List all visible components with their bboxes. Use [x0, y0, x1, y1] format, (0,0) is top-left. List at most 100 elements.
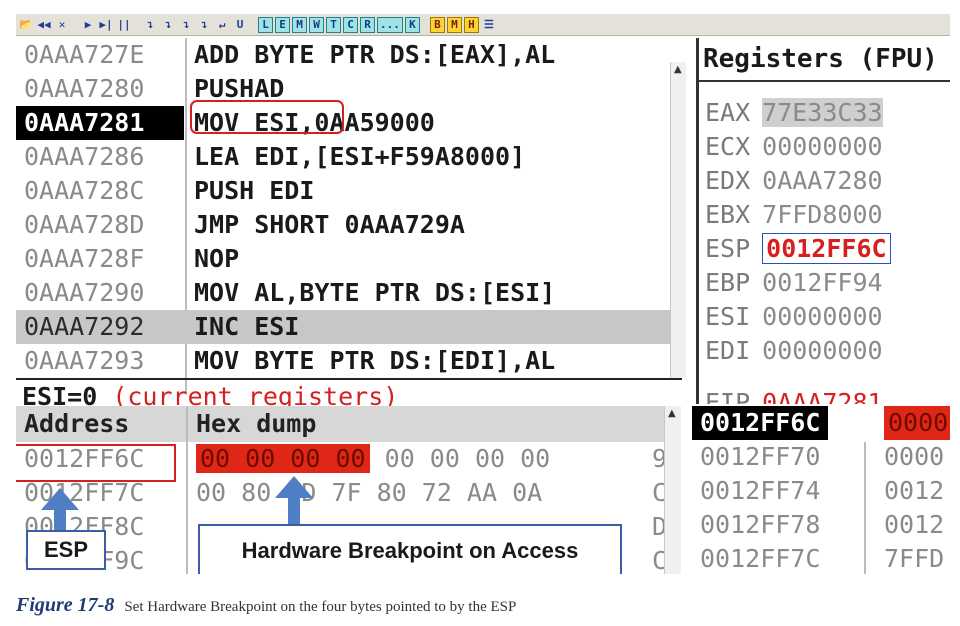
stack-value: 0000 — [884, 406, 950, 440]
debugger-toolbar: 📂 ◀◀ ✕ ▶ ▶| || ↴ ↴ ↴ ↴ ↵ U L E M W T C R… — [16, 14, 950, 36]
register-ecx[interactable]: ECX 00000000 — [705, 130, 883, 164]
address-annotation-box — [16, 444, 176, 482]
registers-title: Registers (FPU) — [703, 44, 938, 74]
disassembly-pane[interactable]: 0AAA727E ADD BYTE PTR DS:[EAX],AL 0AAA72… — [16, 38, 686, 378]
register-edx[interactable]: EDX 0AAA7280 — [705, 164, 883, 198]
execute-till-return-icon[interactable]: ↵ — [214, 17, 230, 33]
scroll-up-icon[interactable]: ▲ — [674, 64, 682, 75]
trace-into-icon[interactable]: ↴ — [178, 17, 194, 33]
step-into-icon[interactable]: ↴ — [142, 17, 158, 33]
stack-pane[interactable]: 0012FF6C 0000 0012FF70 0000 0012FF74 001… — [688, 406, 950, 574]
stack-value: 0012 — [884, 476, 945, 505]
register-value: 7FFD8000 — [762, 200, 883, 229]
dump-ascii: C — [652, 546, 664, 574]
stack-address: 0012FF7C — [700, 544, 821, 573]
disasm-address: 0AAA727E — [24, 40, 145, 69]
hardware-breakpoints-button[interactable]: H — [463, 16, 479, 33]
modules-window-button[interactable]: E — [275, 16, 290, 33]
disasm-row[interactable]: 0AAA728D JMP SHORT 0AAA729A — [16, 208, 686, 242]
register-value: 0012FF6C — [762, 233, 891, 264]
figure-caption: Figure 17-8 Set Hardware Breakpoint on th… — [16, 594, 516, 617]
register-name: EIP — [705, 388, 751, 404]
run-to-icon[interactable]: ▶| — [98, 17, 114, 33]
stack-column-divider — [864, 442, 866, 574]
references-window-button[interactable]: R — [360, 16, 375, 33]
stack-value: 0000 — [884, 442, 945, 471]
disasm-row[interactable]: 0AAA728C PUSH EDI — [16, 174, 686, 208]
register-eip[interactable]: EIP 0AAA7281 — [705, 386, 883, 404]
register-ebp[interactable]: EBP 0012FF94 — [705, 266, 883, 300]
disasm-instruction: NOP — [194, 244, 240, 273]
disasm-instruction: LEA EDI,[ESI+F59A8000] — [194, 142, 526, 171]
memory-window-button[interactable]: M — [292, 16, 307, 33]
pause-icon[interactable]: || — [116, 17, 132, 33]
disasm-row[interactable]: 0AAA7280 PUSHAD — [16, 72, 686, 106]
log-window-button[interactable]: L — [258, 16, 273, 33]
register-name: EDI — [705, 336, 751, 365]
register-value: 77E33C33 — [762, 98, 883, 127]
dump-ascii: D — [652, 512, 664, 541]
dump-address-header[interactable]: Address — [24, 406, 129, 442]
dump-header: Address Hex dump — [16, 406, 664, 442]
register-value: 0AAA7281 — [762, 388, 883, 404]
menu-list-icon[interactable]: ☰ — [481, 17, 497, 33]
register-eax[interactable]: EAX 77E33C33 — [705, 96, 883, 130]
stack-row[interactable]: 0012FF70 0000 — [688, 440, 950, 474]
disasm-row[interactable]: 0AAA7286 LEA EDI,[ESI+F59A8000] — [16, 140, 686, 174]
disasm-instruction: MOV AL,BYTE PTR DS:[ESI] — [194, 278, 556, 307]
register-edi[interactable]: EDI 00000000 — [705, 334, 883, 368]
register-name: ESP — [705, 234, 751, 263]
stack-row[interactable]: 0012FF78 0012 — [688, 508, 950, 542]
register-name: EBP — [705, 268, 751, 297]
breakpoint-bytes: 00 00 00 00 — [196, 444, 370, 473]
dump-scrollbar[interactable]: ▲ — [664, 406, 681, 574]
stack-row[interactable]: 0012FF7C 7FFD — [688, 542, 950, 574]
register-esp[interactable]: ESP 0012FF6C — [705, 232, 891, 266]
stack-row-top[interactable]: 0012FF6C 0000 — [688, 406, 950, 440]
disasm-address: 0AAA7293 — [24, 346, 145, 375]
disasm-address: 0AAA728F — [24, 244, 145, 273]
windows-window-button[interactable]: W — [309, 16, 324, 33]
breakpoints-button[interactable]: B — [429, 16, 445, 33]
close-icon[interactable]: ✕ — [54, 17, 70, 33]
info-register-note: (current registers) — [112, 382, 399, 406]
cpu-window-button[interactable]: C — [343, 16, 358, 33]
rewind-icon[interactable]: ◀◀ — [36, 17, 52, 33]
disasm-row[interactable]: 0AAA7290 MOV AL,BYTE PTR DS:[ESI] — [16, 276, 686, 310]
stack-value: 0012 — [884, 510, 945, 539]
disasm-row-current[interactable]: 0AAA7281 MOV ESI,0AA59000 — [16, 106, 686, 140]
disasm-row[interactable]: 0AAA728F NOP — [16, 242, 686, 276]
stack-address: 0012FF74 — [700, 476, 821, 505]
disasm-row[interactable]: 0AAA727E ADD BYTE PTR DS:[EAX],AL — [16, 38, 686, 72]
user-code-icon[interactable]: U — [232, 17, 248, 33]
info-register-value: ESI=0 — [22, 382, 98, 406]
disasm-row-highlighted[interactable]: 0AAA7292 INC ESI — [16, 310, 686, 344]
step-over-icon[interactable]: ↴ — [160, 17, 176, 33]
run-trace-button[interactable]: ... — [377, 16, 403, 33]
dump-hex-rest: 00 80 FD 7F 80 72 AA 0A — [196, 478, 543, 507]
register-ebx[interactable]: EBX 7FFD8000 — [705, 198, 883, 232]
register-value: 00000000 — [762, 336, 883, 365]
dump-hex-rest: 00 00 00 00 — [384, 444, 551, 473]
registers-pane[interactable]: Registers (FPU) EAX 77E33C33 ECX 00000000 … — [696, 38, 950, 404]
disasm-address: 0AAA7280 — [24, 74, 145, 103]
dump-hex-header[interactable]: Hex dump — [196, 406, 316, 442]
registers-title-divider — [699, 80, 950, 82]
trace-over-icon[interactable]: ↴ — [196, 17, 212, 33]
register-name: ECX — [705, 132, 751, 161]
stack-address: 0012FF70 — [700, 442, 821, 471]
memory-breakpoints-button[interactable]: M — [446, 16, 462, 33]
disasm-row[interactable]: 0AAA7293 MOV BYTE PTR DS:[EDI],AL — [16, 344, 686, 378]
stack-row[interactable]: 0012FF74 0012 — [688, 474, 950, 508]
dump-hex: 00 00 00 00 00 00 00 00 — [196, 442, 550, 476]
call-stack-button[interactable]: K — [404, 16, 420, 33]
dump-hex: 00 80 FD 7F 80 72 AA 0A — [196, 476, 542, 510]
open-file-icon[interactable]: 📂 — [18, 17, 34, 33]
disasm-address: 0AAA7292 — [24, 312, 145, 341]
register-esi[interactable]: ESI 00000000 — [705, 300, 883, 334]
threads-window-button[interactable]: T — [326, 16, 341, 33]
run-icon[interactable]: ▶ — [80, 17, 96, 33]
disasm-scrollbar[interactable]: ▲ ▼ — [670, 62, 686, 378]
scroll-up-icon[interactable]: ▲ — [668, 408, 676, 419]
dump-ascii: C — [652, 478, 664, 507]
